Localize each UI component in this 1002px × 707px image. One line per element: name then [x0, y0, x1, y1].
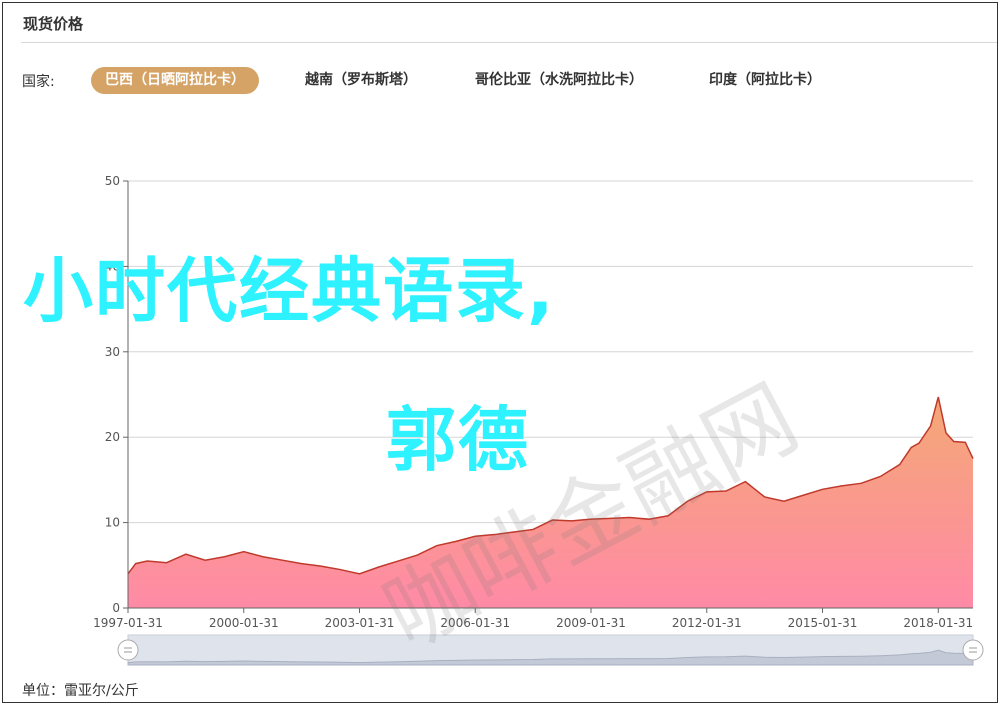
y-tick-label: 30	[105, 345, 120, 359]
zoom-handle-right[interactable]	[962, 639, 984, 661]
y-tick-label: 50	[105, 174, 120, 188]
chart-panel: 现货价格 国家: 巴西（日晒阿拉比卡） 越南（罗布斯塔） 哥伦比亚（水洗阿拉比卡…	[2, 2, 998, 703]
zoom-handle-left[interactable]	[117, 639, 139, 661]
x-tick-label: 2018-01-31	[903, 616, 973, 630]
x-tick-label: 2003-01-31	[325, 616, 395, 630]
y-tick-label: 0	[112, 601, 120, 615]
x-tick-label: 1997-01-31	[93, 616, 163, 630]
overlay-text-line1: 小时代经典语录,	[23, 250, 556, 332]
y-tick-label: 10	[105, 516, 120, 530]
unit-label: 单位：雷亚尔/公斤	[22, 683, 139, 699]
overlay-text-line2: 郭德	[386, 399, 530, 481]
x-tick-label: 2012-01-31	[672, 616, 742, 630]
x-tick-label: 2015-01-31	[788, 616, 858, 630]
x-tick-label: 2009-01-31	[556, 616, 626, 630]
y-tick-label: 20	[105, 430, 120, 444]
x-tick-label: 2000-01-31	[209, 616, 279, 630]
